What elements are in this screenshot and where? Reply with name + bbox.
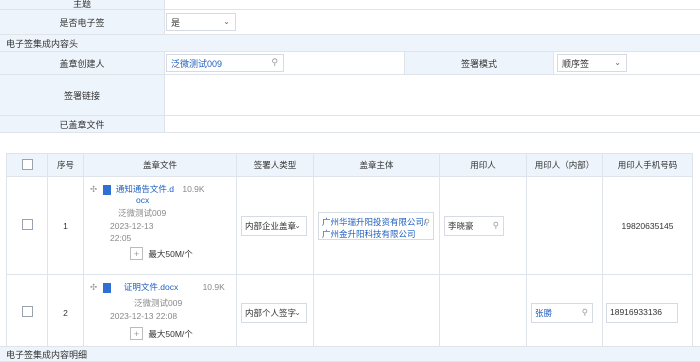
- user-cell: [439, 274, 527, 351]
- esign-label-text: 是否电子签: [59, 17, 105, 28]
- row-index: 1: [47, 176, 84, 275]
- file-cell: ✣ 证明文件.docx 10.9K 泛微测试009 2023-12-13 22:…: [83, 274, 237, 351]
- table-row: 1 ✣ 通知通告文件.d 10.9K ocx 泛微测试009 2023-12-1…: [6, 176, 693, 275]
- creator-label: 盖章创建人: [0, 52, 165, 74]
- doc-icon: [102, 282, 111, 293]
- row-index: 2: [47, 274, 84, 351]
- link-label-text: 签署链接: [63, 90, 100, 101]
- user-cell: 李晓豪 ⚲: [439, 176, 527, 275]
- header-file: 盖章文件: [83, 153, 237, 177]
- max-size-label: 最大50M/个: [148, 248, 193, 259]
- header-user: 用印人: [439, 153, 527, 177]
- mode-label-text: 签署模式: [460, 58, 497, 69]
- file-size: 10.9K: [182, 184, 205, 194]
- header-index: 序号: [47, 153, 84, 177]
- header-internal-user: 用印人（内部）: [526, 153, 603, 177]
- signed-label-text: 已盖章文件: [59, 119, 105, 130]
- internal-user-input[interactable]: 张勝 ⚲: [531, 303, 593, 323]
- signed-row: 已盖章文件: [0, 116, 700, 133]
- internal-user-cell: [526, 176, 603, 275]
- section-header-text: 电子签集成内容头: [6, 38, 79, 49]
- link-label: 签署链接: [0, 75, 165, 115]
- search-icon[interactable]: ⚲: [424, 216, 430, 228]
- row-checkbox[interactable]: [21, 306, 33, 317]
- file-name[interactable]: 证明文件.docx: [124, 282, 178, 292]
- bottom-section-text: 电子签集成内容明细: [6, 349, 88, 360]
- phone-cell: 18916933136: [602, 274, 693, 351]
- creator-value: 泛微测试009: [171, 58, 223, 69]
- file-name[interactable]: 通知通告文件.d: [116, 184, 174, 194]
- header-signer-type: 签署人类型: [236, 153, 314, 177]
- esign-row: 是否电子签 是 ⌄: [0, 10, 700, 35]
- esign-select[interactable]: 是 ⌄: [166, 13, 236, 31]
- entity-cell: 广州华瑞升阳投资有限公司/ 广州金升阳科技有限公司 ⚲: [313, 176, 440, 275]
- entity-line-1: 广州华瑞升阳投资有限公司/: [322, 217, 427, 227]
- chevron-down-icon: ⌄: [223, 17, 230, 26]
- drag-icon[interactable]: ✣: [90, 282, 97, 292]
- entity-input[interactable]: 广州华瑞升阳投资有限公司/ 广州金升阳科技有限公司 ⚲: [318, 212, 434, 240]
- file-size: 10.9K: [202, 282, 225, 292]
- signer-type-value: 内部个人签字: [245, 308, 297, 318]
- signed-label: 已盖章文件: [0, 116, 165, 132]
- link-row: 签署链接: [0, 75, 700, 116]
- signer-type-value: 内部企业盖章: [245, 221, 297, 231]
- chevron-down-icon: ⌄: [614, 58, 621, 67]
- user-input[interactable]: 李晓豪 ⚲: [444, 216, 504, 236]
- upload-date: 2023-12-13: [110, 221, 154, 231]
- internal-user-value: 张勝: [535, 308, 553, 318]
- phone-input[interactable]: 18916933136: [606, 303, 678, 323]
- entity-cell: [313, 274, 440, 351]
- file-cell: ✣ 通知通告文件.d 10.9K ocx 泛微测试009 2023-12-13 …: [83, 176, 237, 275]
- topic-label-text: 主题: [72, 0, 91, 9]
- creator-input[interactable]: 泛微测试009 ⚲: [166, 54, 284, 72]
- creator-row: 盖章创建人 泛微测试009 ⚲ 签署模式 顺序签 ⌄: [0, 52, 700, 75]
- row-checkbox-cell: [6, 274, 48, 351]
- mode-select[interactable]: 顺序签 ⌄: [557, 54, 627, 72]
- esign-label: 是否电子签: [0, 10, 165, 34]
- signer-type-cell: 内部个人签字 ⌄: [236, 274, 314, 351]
- mode-select-value: 顺序签: [562, 58, 590, 69]
- phone-value: 18916933136: [610, 307, 663, 317]
- row-checkbox[interactable]: [21, 219, 33, 230]
- signer-type-cell: 内部企业盖章 ⌄: [236, 176, 314, 275]
- signer-type-select[interactable]: 内部个人签字 ⌄: [241, 303, 307, 323]
- uploader: 泛微测试009: [134, 298, 183, 308]
- uploader: 泛微测试009: [118, 208, 167, 218]
- drag-icon[interactable]: ✣: [90, 184, 97, 194]
- search-icon[interactable]: ⚲: [582, 307, 588, 318]
- entity-line-2: 广州金升阳科技有限公司: [322, 229, 416, 239]
- chevron-down-icon: ⌄: [294, 221, 301, 230]
- file-name-continued[interactable]: ocx: [136, 195, 230, 205]
- mode-label: 签署模式: [404, 52, 554, 74]
- add-file-button[interactable]: +: [130, 247, 143, 260]
- internal-user-cell: 张勝 ⚲: [526, 274, 603, 351]
- upload-time: 22:05: [110, 233, 132, 243]
- signer-type-select[interactable]: 内部企业盖章 ⌄: [241, 216, 307, 236]
- row-checkbox-cell: [6, 176, 48, 275]
- max-size-label: 最大50M/个: [148, 328, 193, 339]
- creator-label-text: 盖章创建人: [59, 58, 105, 69]
- section-header: 电子签集成内容头: [0, 35, 700, 52]
- select-all-checkbox[interactable]: [21, 158, 33, 170]
- table-header-row: 序号 盖章文件 签署人类型 盖章主体 用印人 用印人（内部） 用印人手机号码: [6, 153, 693, 177]
- add-file-button[interactable]: +: [130, 327, 143, 340]
- detail-table: 序号 盖章文件 签署人类型 盖章主体 用印人 用印人（内部） 用印人手机号码 1…: [6, 153, 693, 351]
- topic-label: 主题: [0, 0, 165, 9]
- search-icon[interactable]: ⚲: [271, 57, 278, 68]
- chevron-down-icon: ⌄: [294, 308, 301, 317]
- user-value: 李晓豪: [448, 221, 474, 231]
- doc-icon: [102, 184, 111, 195]
- header-checkbox-cell: [6, 153, 48, 177]
- header-phone: 用印人手机号码: [602, 153, 693, 177]
- topic-row: 主题: [0, 0, 700, 10]
- table-row: 2 ✣ 证明文件.docx 10.9K 泛微测试009 2023-12-13 2…: [6, 274, 693, 351]
- upload-date: 2023-12-13 22:08: [110, 311, 178, 321]
- header-entity: 盖章主体: [313, 153, 440, 177]
- esign-select-value: 是: [171, 17, 181, 28]
- search-icon[interactable]: ⚲: [493, 220, 499, 231]
- phone-cell: 19820635145: [602, 176, 693, 275]
- bottom-section-header: 电子签集成内容明细: [0, 346, 700, 362]
